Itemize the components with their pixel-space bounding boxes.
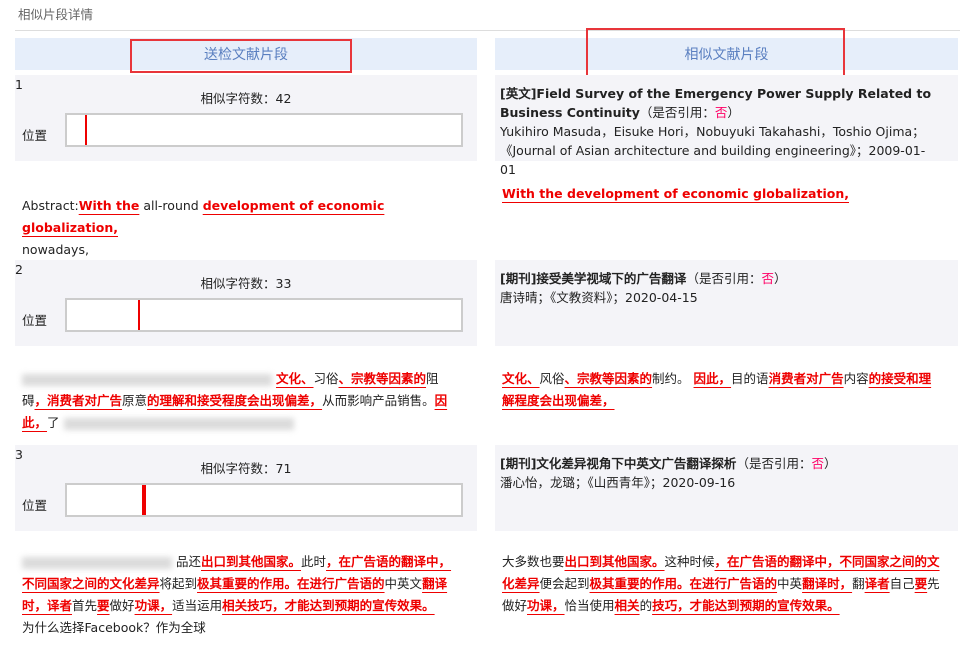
matched-text: 相关技巧，才能达到预期的宣传效果。: [222, 598, 435, 613]
source-meta: Yukihiro Masuda，Eisuke Hori，Nobuyuki Tak…: [500, 124, 926, 177]
matched-text: 要: [914, 576, 928, 591]
position-marker: [137, 300, 140, 330]
text-segment: 为什么选择Facebook？作为全球: [22, 620, 206, 635]
text-segment: 自己: [889, 576, 915, 591]
text-segment: 适当运用: [172, 598, 223, 613]
position-marker: [84, 115, 87, 145]
source-meta: 潘心怡，龙璐；《山西青年》；2020-09-16: [500, 475, 736, 490]
text-segment: 中英文: [384, 576, 423, 591]
matched-text: 的理解和接受程度会出现偏差，: [147, 393, 323, 408]
text-segment: Abstract:: [22, 198, 79, 213]
matched-text: 文化、: [275, 371, 314, 386]
cited-flag: 否: [811, 456, 824, 471]
similar-char-count: 相似字符数：71: [200, 461, 292, 476]
matched-text: 翻译时，: [802, 576, 853, 591]
matched-text: 要: [97, 598, 110, 613]
submitted-text: 文化、习俗、宗教等因素的阻碍，消费者对广告原意的理解和接受程度会出现偏差，从而影…: [22, 368, 462, 434]
submitted-text: Abstract:With the all-round development …: [22, 195, 462, 261]
text-segment: 原意: [122, 393, 148, 408]
cited-flag: 否: [714, 105, 728, 120]
similar-text: 大多数也要出口到其他国家。这种时候，在广告语的翻译中，不同国家之间的文化差异便会…: [502, 551, 942, 617]
text-segment: 翻: [852, 576, 865, 591]
matched-text: 因此，: [693, 371, 732, 386]
position-marker: [141, 485, 146, 515]
text-segment: 中英: [777, 576, 803, 591]
source-info: [英文]Field Survey of the Emergency Power …: [500, 86, 932, 177]
text-segment: 从而影响产品销售。: [322, 393, 435, 408]
position-bar[interactable]: [65, 298, 463, 332]
text-segment: 目的语: [731, 371, 769, 386]
matched-text: 出口到其他国家。: [564, 554, 665, 569]
text-segment: 将起到: [159, 576, 198, 591]
source-info: [期刊]文化差异视角下中英文广告翻译探析（是否引用：否） 潘心怡，龙璐；《山西青…: [500, 456, 837, 490]
matched-text: ，消费者对广告: [34, 393, 123, 408]
text-segment: 大多数也要: [502, 554, 565, 569]
matched-text: 译者: [864, 576, 890, 591]
text-segment: all-round: [139, 198, 203, 213]
text-segment: 内容: [843, 371, 869, 386]
matched-text: 出口到其他国家。: [201, 554, 302, 569]
matched-text: 极其重要的作用。在进行广告语的: [589, 576, 778, 591]
text-segment: 了: [47, 415, 60, 430]
submitted-text: 品还出口到其他国家。此时，在广告语的翻译中，不同国家之间的文化差异将起到极其重要…: [22, 551, 462, 639]
similar-text: With the development of economic globali…: [502, 183, 942, 205]
text-segment: 习俗: [313, 371, 339, 386]
matched-text: 功课，: [527, 598, 565, 613]
text-segment: 的: [639, 598, 653, 613]
matched-text: 、宗教等因素的: [338, 371, 427, 386]
matched-text: 文化、: [502, 371, 540, 386]
text-segment: 制约。: [652, 371, 694, 386]
similar-char-count: 相似字符数：33: [200, 276, 292, 291]
matched-text: 技巧，才能达到预期的宣传效果。: [652, 598, 840, 613]
matched-text: 相关: [614, 598, 640, 613]
text-segment: 风俗: [539, 371, 565, 386]
position-label: 位置: [22, 313, 48, 328]
text-segment: 恰当使用: [564, 598, 615, 613]
highlight-box: [130, 39, 352, 73]
source-title[interactable]: [期刊]文化差异视角下中英文广告翻译探析: [500, 456, 736, 471]
matched-text: With the: [78, 198, 140, 213]
source-title[interactable]: [期刊]接受美学视域下的广告翻译: [500, 271, 686, 286]
position-label: 位置: [22, 128, 48, 143]
text-segment: 便会起到: [539, 576, 590, 591]
matched-text: 极其重要的作用。在进行广告语的: [197, 576, 385, 591]
cited-flag: 否: [761, 271, 774, 286]
matched-text: 消费者对广告: [768, 371, 844, 386]
matched-text: 、宗教等因素的: [564, 371, 653, 386]
text-segment: 此时: [301, 554, 327, 569]
text-segment: 首先: [72, 598, 98, 613]
dialog-title: 相似片段详情: [18, 7, 94, 22]
source-meta: 唐诗晴；《文教资料》；2020-04-15: [500, 290, 698, 305]
similar-text: 文化、风俗、宗教等因素的制约。 因此，目的语消费者对广告内容的接受和理解程度会出…: [502, 368, 942, 412]
source-info: [期刊]接受美学视域下的广告翻译（是否引用：否） 唐诗晴；《文教资料》；2020…: [500, 271, 787, 305]
position-label: 位置: [22, 498, 48, 513]
matched-text: 功课，: [134, 598, 173, 613]
text-segment: 做好: [109, 598, 135, 613]
text-segment: 这种时候: [664, 554, 715, 569]
position-bar[interactable]: [65, 113, 463, 147]
position-bar[interactable]: [65, 483, 463, 517]
similar-char-count: 相似字符数：42: [200, 91, 292, 106]
matched-text: With the development of economic globali…: [502, 186, 849, 201]
text-segment: nowadays,: [22, 242, 89, 257]
text-segment: 品还: [175, 554, 201, 569]
